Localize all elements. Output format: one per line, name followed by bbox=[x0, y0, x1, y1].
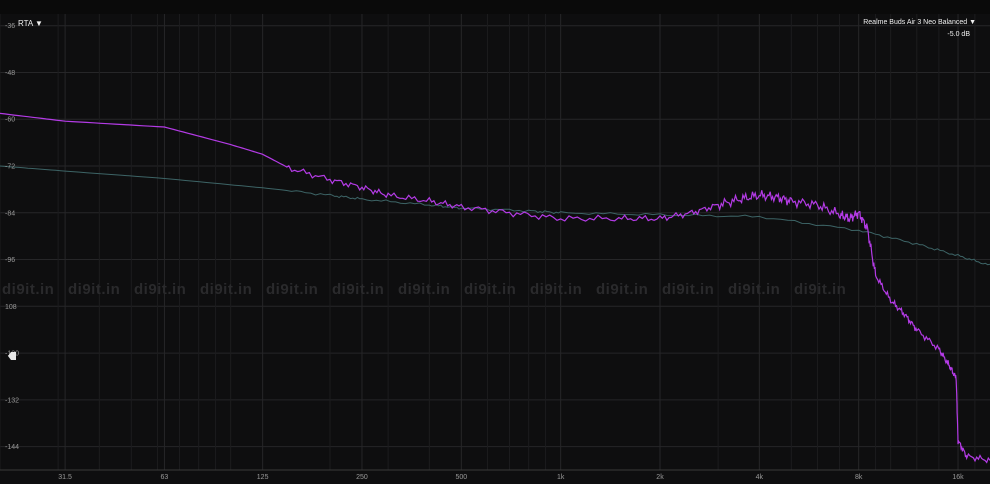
rta-mode-dropdown[interactable]: RTA ▼ bbox=[18, 19, 43, 28]
y-tick-label: -96 bbox=[5, 257, 15, 264]
x-tick-label: 4k bbox=[756, 474, 764, 481]
watermark-text: di9it.in bbox=[200, 281, 252, 298]
device-profile-dropdown[interactable]: Realme Buds Air 3 Neo Balanced ▼ bbox=[863, 19, 976, 26]
y-tick-label: -132 bbox=[5, 397, 19, 404]
x-tick-label: 2k bbox=[656, 474, 664, 481]
x-tick-label: 31.5 bbox=[58, 474, 72, 481]
axis-tick-labels: -36-48-60-72-84-96108-120-132-14431.5631… bbox=[5, 23, 964, 481]
x-tick-label: 1k bbox=[557, 474, 565, 481]
watermark-text: di9it.in bbox=[68, 281, 120, 298]
watermark-text: di9it.in bbox=[662, 281, 714, 298]
gain-readout: -5.0 dB bbox=[947, 31, 970, 38]
y-tick-label: -72 bbox=[5, 164, 15, 171]
y-tick-label: -144 bbox=[5, 444, 19, 451]
x-tick-label: 16k bbox=[952, 474, 964, 481]
chart-grid bbox=[0, 14, 990, 471]
watermark-text: di9it.in bbox=[530, 281, 582, 298]
y-tick-label: -36 bbox=[5, 23, 15, 30]
x-tick-label: 125 bbox=[257, 474, 269, 481]
watermark-text: di9it.in bbox=[464, 281, 516, 298]
watermark-text: di9it.in bbox=[332, 281, 384, 298]
x-tick-label: 250 bbox=[356, 474, 368, 481]
watermark-text: di9it.in bbox=[794, 281, 846, 298]
watermark-text: di9it.in bbox=[728, 281, 780, 298]
watermark-text: di9it.in bbox=[2, 281, 54, 298]
watermark-layer: di9it.in di9it.in di9it.in di9it.in di9it.in… bbox=[2, 281, 846, 298]
x-tick-label: 8k bbox=[855, 474, 863, 481]
y-tick-label: 108 bbox=[5, 304, 17, 311]
x-tick-label: 63 bbox=[161, 474, 169, 481]
watermark-text: di9it.in bbox=[266, 281, 318, 298]
y-tick-label: -48 bbox=[5, 70, 15, 77]
y-tick-label: -84 bbox=[5, 210, 15, 217]
x-tick-label: 500 bbox=[455, 474, 467, 481]
watermark-text: di9it.in bbox=[134, 281, 186, 298]
watermark-text: di9it.in bbox=[398, 281, 450, 298]
watermark-text: di9it.in bbox=[596, 281, 648, 298]
rta-chart: di9it.in di9it.in di9it.in di9it.in di9it.in… bbox=[0, 14, 990, 481]
y-tick-label: -60 bbox=[5, 117, 15, 124]
